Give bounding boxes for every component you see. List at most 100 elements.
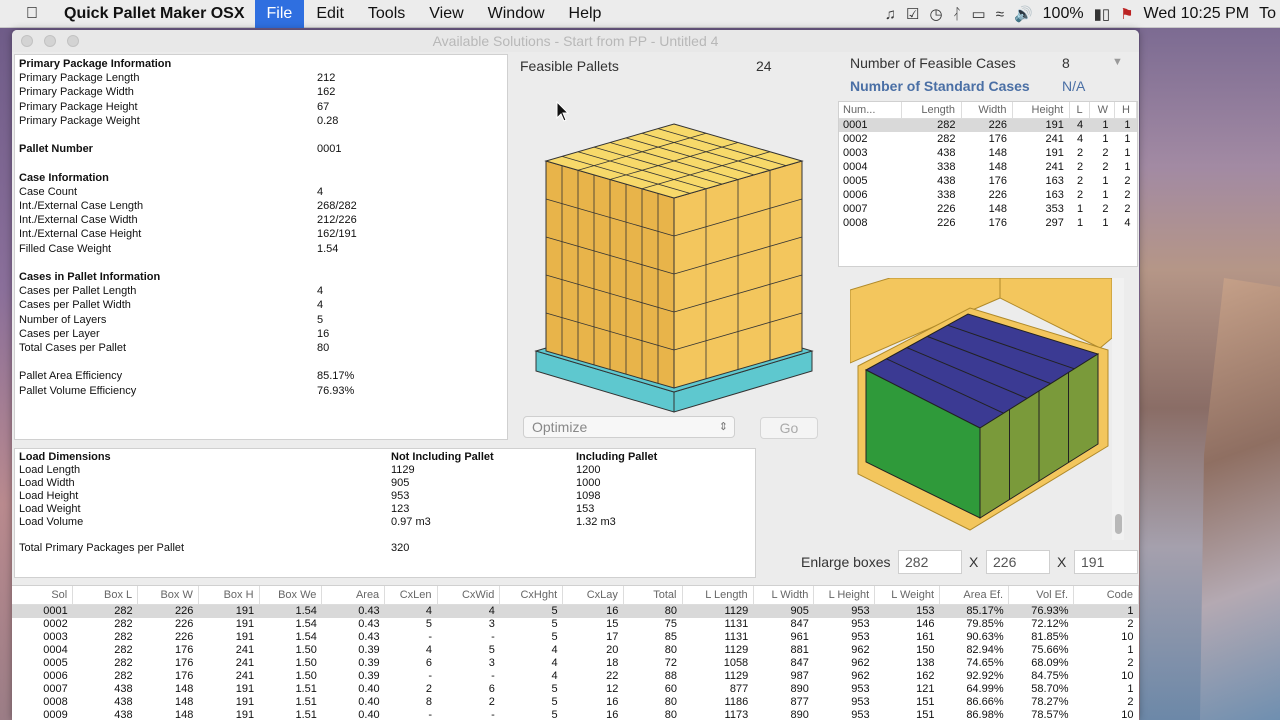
menu-view[interactable]: View xyxy=(417,0,475,28)
info-label: Filled Case Weight xyxy=(19,242,112,255)
solutions-cell: 16 xyxy=(562,604,624,618)
cases-table-row[interactable]: 0004 338 148 241 2 2 1 xyxy=(839,160,1137,174)
bluetooth-icon[interactable]: ᛮ xyxy=(953,6,962,23)
solutions-cell: 4 xyxy=(425,643,433,656)
feasible-cases-table: Num... Length Width Height L W H 0001 282 226 191 4… xyxy=(838,101,1138,267)
enlarge-width-field[interactable]: 226 xyxy=(986,550,1050,574)
solutions-column-header[interactable]: Vol Ef. xyxy=(1008,586,1075,605)
menu-file[interactable]: File xyxy=(254,0,305,28)
pallet-3d-view[interactable] xyxy=(524,84,824,414)
airplay-icon[interactable]: ▭ xyxy=(972,5,986,23)
overflow-menu[interactable]: To xyxy=(1259,5,1276,23)
solutions-cell: 438 xyxy=(114,682,133,695)
cases-column-header[interactable]: Height xyxy=(1012,102,1071,119)
solutions-column-header[interactable]: Box W xyxy=(137,586,199,605)
solutions-cell: 0008 xyxy=(43,695,68,708)
solutions-table-row[interactable]: 0002 282 226 191 1.54 0.43 5 3 5 15 75 1131 847 953 14… xyxy=(12,618,1139,631)
enlarge-height-field[interactable]: 191 xyxy=(1074,550,1138,574)
flag-icon[interactable]: ⚑ xyxy=(1120,5,1133,23)
check-icon[interactable]: ☑ xyxy=(906,5,919,23)
cases-column-header[interactable]: Num... xyxy=(839,102,903,119)
go-button[interactable]: Go xyxy=(760,417,818,439)
solutions-table-row[interactable]: 0003 282 226 191 1.54 0.43 - - 5 17 85 1131 961 953 16… xyxy=(12,631,1139,644)
cases-table-row[interactable]: 0006 338 226 163 2 1 2 xyxy=(839,188,1137,202)
app-name-menu[interactable]: Quick Pallet Maker OSX xyxy=(64,5,255,23)
optimize-select-value: Optimize xyxy=(532,419,588,435)
cases-column-header[interactable]: H xyxy=(1114,102,1137,119)
solutions-table-row[interactable]: 0005 282 176 241 1.50 0.39 6 3 4 18 72 1058 847 962 13… xyxy=(12,657,1139,670)
solutions-table-row[interactable]: 0006 282 176 241 1.50 0.39 - - 4 22 88 1129 987 962 16… xyxy=(12,670,1139,683)
window-titlebar[interactable]: Available Solutions - Start from PP - Un… xyxy=(12,30,1139,52)
solutions-cell: 226 xyxy=(174,617,194,630)
solutions-column-header[interactable]: Sol xyxy=(12,586,74,605)
solutions-table-row[interactable]: 0009 438 148 191 1.51 0.40 - - 5 16 80 1173 890 953 15… xyxy=(12,709,1139,720)
solutions-column-header[interactable]: CxLay xyxy=(562,586,624,605)
solutions-cell: 72 xyxy=(664,656,677,669)
cases-cell: 2 xyxy=(1102,161,1109,173)
load-cell: Load Volume xyxy=(19,516,84,528)
enlarge-length-field[interactable]: 282 xyxy=(898,550,962,574)
solutions-column-header[interactable]: Code xyxy=(1073,586,1139,605)
menu-window[interactable]: Window xyxy=(476,0,557,28)
solutions-cell: 1 xyxy=(1127,643,1134,656)
time-machine-icon[interactable]: ◷ xyxy=(929,5,942,23)
menu-edit[interactable]: Edit xyxy=(304,0,356,28)
case-3d-view[interactable] xyxy=(850,278,1112,534)
wifi-icon[interactable]: ≈ xyxy=(996,6,1004,23)
cases-column-header[interactable]: Width xyxy=(961,102,1014,119)
solutions-column-header[interactable]: CxWid xyxy=(437,586,501,605)
zoom-icon[interactable] xyxy=(67,35,79,47)
solutions-table-row[interactable]: 0007 438 148 191 1.51 0.40 2 6 5 12 60 877 890 953 121… xyxy=(12,683,1139,696)
battery-icon[interactable]: ▮▯ xyxy=(1094,5,1111,23)
volume-icon[interactable]: 🔊 xyxy=(1014,5,1033,23)
solutions-column-header[interactable]: L Height xyxy=(813,586,876,605)
cases-table-row[interactable]: 0007 226 148 353 1 2 2 xyxy=(839,202,1137,216)
solutions-table-row[interactable]: 0001 282 226 191 1.54 0.43 4 4 5 16 80 1129 905 953 15… xyxy=(12,604,1139,618)
cases-table-row[interactable]: 0008 226 176 297 1 1 4 xyxy=(839,216,1137,230)
solutions-column-header[interactable]: Box We xyxy=(259,586,323,605)
case-view-scrollbar[interactable] xyxy=(1112,278,1124,540)
desktop-background xyxy=(1140,28,1280,720)
music-icon[interactable]: ♫ xyxy=(885,6,896,23)
solutions-column-header[interactable]: CxHght xyxy=(499,586,564,605)
cases-column-header[interactable]: L xyxy=(1069,102,1090,119)
apple-icon[interactable]:  xyxy=(0,5,64,23)
cases-cell: 2 xyxy=(1124,189,1131,201)
optimize-select[interactable]: Optimize ⇕ xyxy=(523,416,735,438)
solutions-cell: 2 xyxy=(425,682,433,695)
cases-table-row[interactable]: 0001 282 226 191 4 1 1 xyxy=(839,118,1137,132)
solutions-cell: 953 xyxy=(851,708,870,720)
cases-table-row[interactable]: 0003 438 148 191 2 2 1 xyxy=(839,146,1137,160)
sort-arrow-icon[interactable]: ▼ xyxy=(1112,56,1123,68)
solutions-cell: 1 xyxy=(1073,604,1139,618)
cases-column-header[interactable]: W xyxy=(1089,102,1116,119)
solutions-column-header[interactable]: L Width xyxy=(753,586,815,605)
cases-column-header[interactable]: Length xyxy=(901,102,962,119)
solutions-column-header[interactable]: Box H xyxy=(198,586,260,605)
info-label: Pallet Area Efficiency xyxy=(19,370,123,383)
solutions-cell: 148 xyxy=(174,682,194,695)
solutions-column-header[interactable]: CxLen xyxy=(384,586,438,605)
cases-table-row[interactable]: 0005 438 176 163 2 1 2 xyxy=(839,174,1137,188)
close-icon[interactable] xyxy=(21,35,33,47)
menu-tools[interactable]: Tools xyxy=(356,0,417,28)
clock[interactable]: Wed 10:25 PM xyxy=(1144,5,1250,23)
solutions-cell: 121 xyxy=(916,682,935,695)
solutions-cell: 191 xyxy=(235,617,255,630)
load-row: Load Weight 123 153 xyxy=(19,503,749,516)
solutions-table-row[interactable]: 0008 438 148 191 1.51 0.40 8 2 5 16 80 1186 877 953 15… xyxy=(12,696,1139,709)
scrollbar-thumb[interactable] xyxy=(1115,514,1122,534)
solutions-column-header[interactable]: Area Ef. xyxy=(939,586,1010,605)
solutions-cell: 8 xyxy=(425,695,433,708)
solutions-table-row[interactable]: 0004 282 176 241 1.50 0.39 4 5 4 20 80 1129 881 962 15… xyxy=(12,644,1139,657)
menu-help[interactable]: Help xyxy=(557,0,614,28)
solutions-column-header[interactable]: Box L xyxy=(72,586,139,605)
solutions-cell: 0.40 xyxy=(358,708,380,720)
solutions-column-header[interactable]: L Length xyxy=(682,586,754,605)
solutions-cell: 1131 xyxy=(724,617,749,630)
solutions-column-header[interactable]: Area xyxy=(321,586,386,605)
minimize-icon[interactable] xyxy=(44,35,56,47)
solutions-column-header[interactable]: L Weight xyxy=(874,586,941,605)
solutions-column-header[interactable]: Total xyxy=(623,586,683,605)
cases-table-row[interactable]: 0002 282 176 241 4 1 1 xyxy=(839,132,1137,146)
